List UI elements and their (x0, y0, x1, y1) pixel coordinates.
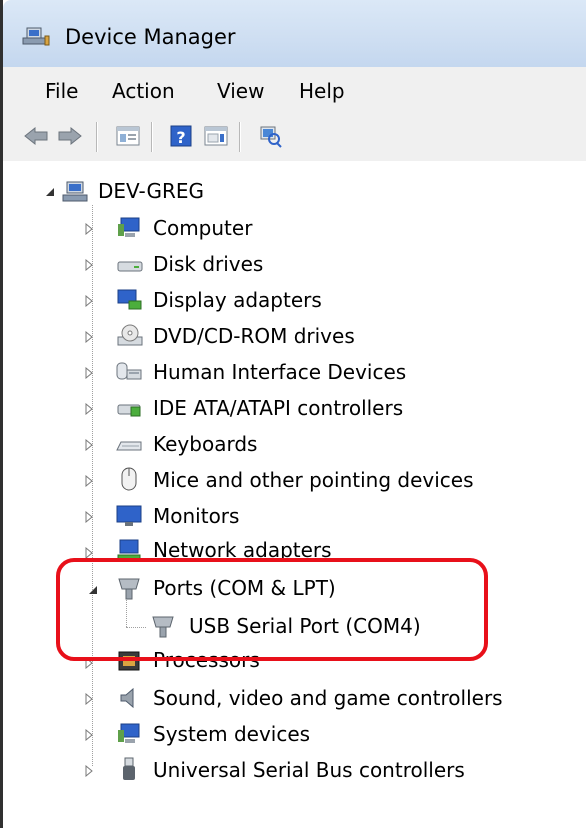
show-hide-console-tree-icon[interactable] (113, 121, 143, 151)
properties-icon[interactable] (201, 121, 231, 151)
tree-node-usb-controllers[interactable]: Universal Serial Bus controllers (3, 754, 586, 788)
window-title: Device Manager (65, 25, 236, 49)
expand-triangle-icon[interactable] (83, 331, 95, 343)
tree-node-label: Universal Serial Bus controllers (153, 758, 465, 782)
monitor-icon (115, 504, 143, 530)
disk-drive-icon (115, 252, 143, 278)
expand-triangle-icon[interactable] (83, 367, 95, 379)
expand-triangle-icon[interactable] (83, 729, 95, 741)
tree-root-label: DEV-GREG (98, 179, 205, 203)
computer-root-icon (61, 179, 89, 205)
menu-view[interactable]: View (213, 77, 268, 105)
collapse-triangle-icon[interactable] (44, 186, 56, 198)
expand-triangle-icon[interactable] (83, 765, 95, 777)
toolbar-separator (96, 122, 98, 152)
tree-node-mice[interactable]: Mice and other pointing devices (3, 464, 586, 498)
tree-node-label: Computer (153, 216, 253, 240)
tree-node-human-interface-devices[interactable]: Human Interface Devices (3, 356, 586, 390)
back-arrow-icon[interactable] (21, 121, 51, 151)
expand-triangle-icon[interactable] (83, 403, 95, 415)
device-tree: DEV-GREG Computer Disk drives Display ad… (3, 161, 586, 828)
tree-node-label: Monitors (153, 504, 240, 528)
svg-text:?: ? (176, 128, 185, 147)
computer-icon (115, 216, 143, 242)
menu-action[interactable]: Action (108, 77, 179, 105)
tree-node-keyboards[interactable]: Keyboards (3, 428, 586, 462)
expand-triangle-icon[interactable] (83, 223, 95, 235)
toolbar: ? (3, 113, 586, 162)
help-icon[interactable]: ? (166, 121, 196, 151)
tree-node-label: DVD/CD-ROM drives (153, 324, 355, 348)
tree-node-display-adapters[interactable]: Display adapters (3, 284, 586, 318)
tree-node-root[interactable]: DEV-GREG (3, 175, 586, 209)
tree-node-label: Keyboards (153, 432, 258, 456)
system-devices-icon (115, 722, 143, 748)
tree-node-label: Mice and other pointing devices (153, 468, 474, 492)
menu-file[interactable]: File (41, 77, 82, 105)
toolbar-separator (239, 122, 241, 152)
device-manager-icon (21, 24, 51, 48)
tree-node-label: System devices (153, 722, 311, 746)
expand-triangle-icon[interactable] (83, 439, 95, 451)
tree-node-label: IDE ATA/ATAPI controllers (153, 396, 404, 420)
toolbar-separator (151, 122, 153, 152)
expand-triangle-icon[interactable] (83, 511, 95, 523)
expand-triangle-icon[interactable] (83, 295, 95, 307)
ide-controller-icon (115, 396, 143, 422)
menu-help[interactable]: Help (295, 77, 349, 105)
expand-triangle-icon[interactable] (83, 693, 95, 705)
forward-arrow-icon[interactable] (55, 121, 85, 151)
expand-triangle-icon[interactable] (83, 475, 95, 487)
speaker-icon (115, 686, 143, 712)
highlight-box (56, 558, 488, 661)
tree-node-dvd-drives[interactable]: DVD/CD-ROM drives (3, 320, 586, 354)
title-bar[interactable]: Device Manager (3, 0, 586, 67)
display-adapter-icon (115, 288, 143, 314)
tree-node-label: Disk drives (153, 252, 264, 276)
tree-node-label: Display adapters (153, 288, 322, 312)
expand-triangle-icon[interactable] (83, 259, 95, 271)
tree-node-label: Human Interface Devices (153, 360, 407, 384)
dvd-drive-icon (115, 324, 143, 350)
mouse-icon (115, 466, 143, 492)
tree-node-disk-drives[interactable]: Disk drives (3, 248, 586, 282)
usb-icon (115, 756, 143, 782)
keyboard-icon (115, 432, 143, 458)
menu-bar: File Action View Help (3, 67, 586, 114)
tree-node-computer[interactable]: Computer (3, 212, 586, 246)
tree-node-label: Sound, video and game controllers (153, 686, 503, 710)
tree-node-ide-controllers[interactable]: IDE ATA/ATAPI controllers (3, 392, 586, 426)
scan-hardware-icon[interactable] (255, 121, 285, 151)
device-manager-window: Device Manager File Action View Help ? D… (0, 0, 586, 828)
tree-node-system-devices[interactable]: System devices (3, 718, 586, 752)
hid-icon (115, 360, 143, 386)
tree-node-monitors[interactable]: Monitors (3, 500, 586, 534)
tree-node-sound-video[interactable]: Sound, video and game controllers (3, 682, 586, 716)
